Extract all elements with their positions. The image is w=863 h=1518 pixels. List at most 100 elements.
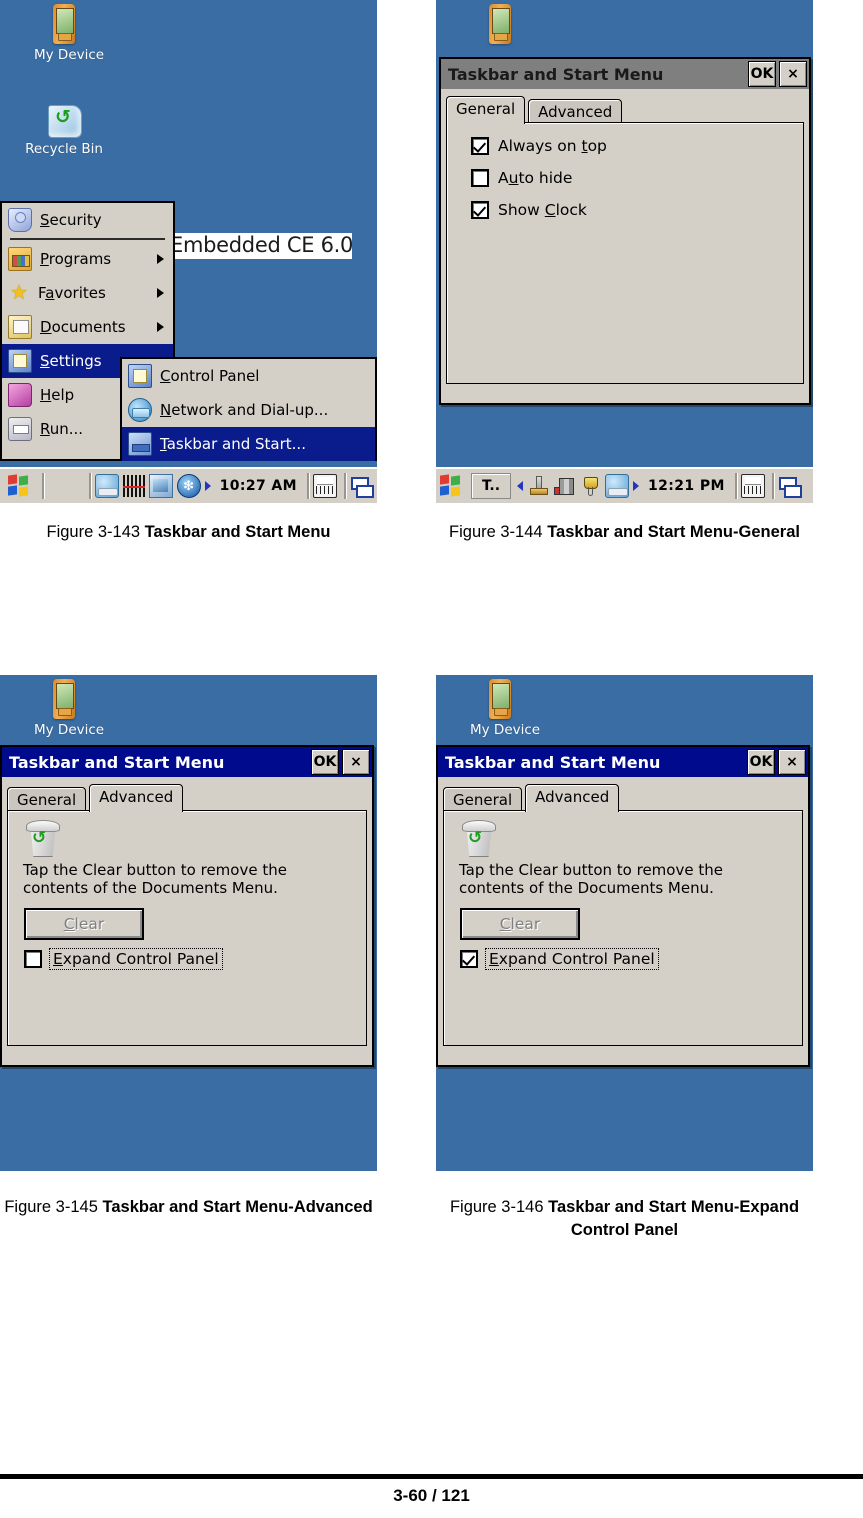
checkbox-expand-control-panel[interactable] [24, 949, 42, 968]
desktop-icon-label: Recycle Bin [25, 141, 103, 157]
taskbar-clock[interactable]: 12:21 PM [648, 478, 725, 494]
checkbox-auto-hide[interactable] [471, 169, 489, 187]
taskbar-divider [307, 473, 310, 499]
submenu-item-taskbar-and-start[interactable]: Taskbar and Start... [122, 427, 375, 461]
close-icon[interactable]: × [779, 61, 807, 87]
checkbox-row-always-on-top[interactable]: Always on top [471, 137, 803, 155]
tray-expand-icon[interactable] [633, 481, 639, 491]
checkbox-row-show-clock[interactable]: Show Clock [471, 201, 803, 219]
checkbox-show-clock[interactable] [471, 201, 489, 219]
taskbar-clock[interactable]: 10:27 AM [220, 478, 297, 494]
submenu-item-label: Control Panel [160, 367, 260, 385]
stylus-icon[interactable] [527, 475, 549, 497]
dialog-body: General Advanced Always on top Auto hide… [441, 89, 809, 390]
submenu-item-network[interactable]: Network and Dial-up... [122, 393, 375, 427]
tab-general[interactable]: General [446, 96, 526, 124]
checkbox-always-on-top[interactable] [471, 137, 489, 155]
menu-separator [10, 238, 165, 240]
power-plug-icon[interactable] [579, 475, 601, 497]
tab-general[interactable]: General [7, 787, 87, 811]
network-card-icon[interactable] [148, 474, 173, 498]
chevron-right-icon [157, 254, 164, 264]
tab-advanced[interactable]: Advanced [525, 784, 620, 812]
clear-button[interactable]: Clear [24, 907, 144, 940]
checkbox-label: Always on top [498, 137, 607, 155]
dialog-title-bar: Taskbar and Start Menu OK × [2, 747, 372, 777]
start-menu-item-programs[interactable]: Programs [2, 242, 173, 276]
window-switch-icon[interactable] [350, 475, 374, 498]
taskbar-and-start-menu-dialog: Taskbar and Start Menu OK × General Adva… [436, 745, 810, 1067]
tab-general[interactable]: General [443, 787, 523, 811]
figure-caption-3-144: Figure 3-144 Taskbar and Start Menu-Gene… [436, 521, 813, 544]
submenu-item-label: Network and Dial-up... [160, 401, 329, 419]
taskbar-divider [344, 473, 347, 499]
tab-strip: General Advanced [7, 782, 367, 812]
checkbox-row-auto-hide[interactable]: Auto hide [471, 169, 803, 187]
run-icon [8, 417, 32, 441]
screenshot-taskbar-general: Taskbar and Start Menu OK × General Adva… [436, 0, 813, 503]
desktop-icon-my-device[interactable]: My Device [470, 679, 541, 738]
tab-strip: General Advanced [443, 782, 803, 812]
pda-device-icon [53, 4, 75, 44]
advanced-description: Tap the Clear button to remove the conte… [23, 861, 287, 898]
system-tray: 10:27 AM [94, 474, 304, 498]
general-tab-panel: Always on top Auto hide Show Clock [446, 122, 804, 384]
desktop-icon-my-device[interactable] [470, 4, 530, 44]
close-icon[interactable]: × [342, 749, 370, 775]
taskbar-divider [771, 473, 775, 499]
soft-keyboard-icon[interactable] [740, 474, 765, 498]
desktop-icon-my-device[interactable]: My Device [34, 4, 104, 63]
bluetooth-icon[interactable] [176, 474, 201, 498]
start-menu-item-security[interactable]: Security [2, 203, 173, 237]
recycle-bin-icon: ↺ [44, 100, 84, 138]
start-menu-item-label: Settings [40, 352, 102, 370]
window-switch-icon[interactable] [778, 475, 802, 498]
start-menu-item-favorites[interactable]: ★ Favorites [2, 276, 173, 310]
recycle-bin-icon: ↺ [460, 819, 496, 857]
start-button[interactable] [3, 471, 37, 501]
taskbar-divider [88, 473, 92, 499]
dialog-title: Taskbar and Start Menu [448, 64, 664, 84]
checkbox-row-expand-control-panel[interactable]: Expand Control Panel [24, 947, 358, 970]
taskbar-task-button[interactable]: T.. [471, 473, 511, 499]
tab-advanced[interactable]: Advanced [89, 784, 184, 812]
taskbar: T.. 12:21 PM [436, 467, 813, 503]
start-menu-item-label: Security [40, 211, 102, 229]
taskbar-and-start-menu-dialog: Taskbar and Start Menu OK × General Adva… [0, 745, 374, 1067]
soft-keyboard-icon[interactable] [313, 474, 337, 498]
advanced-tab-panel: ↺ Tap the Clear button to remove the con… [7, 810, 367, 1046]
taskbar-divider [734, 473, 738, 499]
network-icon [128, 398, 152, 422]
start-button[interactable] [437, 471, 467, 501]
programs-icon [8, 247, 32, 271]
tray-collapse-icon[interactable] [517, 481, 523, 491]
submenu-item-control-panel[interactable]: Control Panel [122, 359, 375, 393]
tray-expand-icon[interactable] [204, 481, 211, 491]
start-menu-item-label: Favorites [38, 284, 106, 302]
checkbox-expand-control-panel[interactable] [460, 949, 478, 968]
monitor-icon[interactable] [94, 474, 119, 498]
monitor-icon[interactable] [605, 474, 629, 498]
ok-button[interactable]: OK [747, 749, 775, 775]
start-menu-item-documents[interactable]: Documents [2, 310, 173, 344]
start-menu-item-label: Help [40, 386, 75, 404]
desktop-icon-recycle-bin[interactable]: ↺ Recycle Bin [24, 100, 104, 157]
document-page: My Device ↺ Recycle Bin Embedded CE 6.0 … [0, 0, 863, 1518]
pda-device-icon [489, 4, 511, 44]
ok-button[interactable]: OK [748, 61, 776, 87]
checkbox-row-expand-control-panel[interactable]: Expand Control Panel [460, 947, 794, 970]
barcode-icon[interactable] [122, 475, 145, 497]
start-menu-item-label: Documents [40, 318, 126, 336]
chevron-right-icon [157, 288, 164, 298]
start-flag-icon [440, 474, 462, 497]
desktop-icon-label: My Device [34, 722, 105, 738]
tab-advanced[interactable]: Advanced [528, 99, 623, 123]
os-watermark: Embedded CE 6.0 [168, 233, 354, 259]
ok-button[interactable]: OK [311, 749, 339, 775]
clear-button[interactable]: Clear [460, 907, 580, 940]
desktop-icon-label: My Device [470, 722, 541, 738]
figure-caption-3-146: Figure 3-146 Taskbar and Start Menu-Expa… [436, 1196, 813, 1243]
signal-bars-icon[interactable] [553, 475, 575, 497]
desktop-icon-my-device[interactable]: My Device [34, 679, 105, 738]
close-icon[interactable]: × [778, 749, 806, 775]
